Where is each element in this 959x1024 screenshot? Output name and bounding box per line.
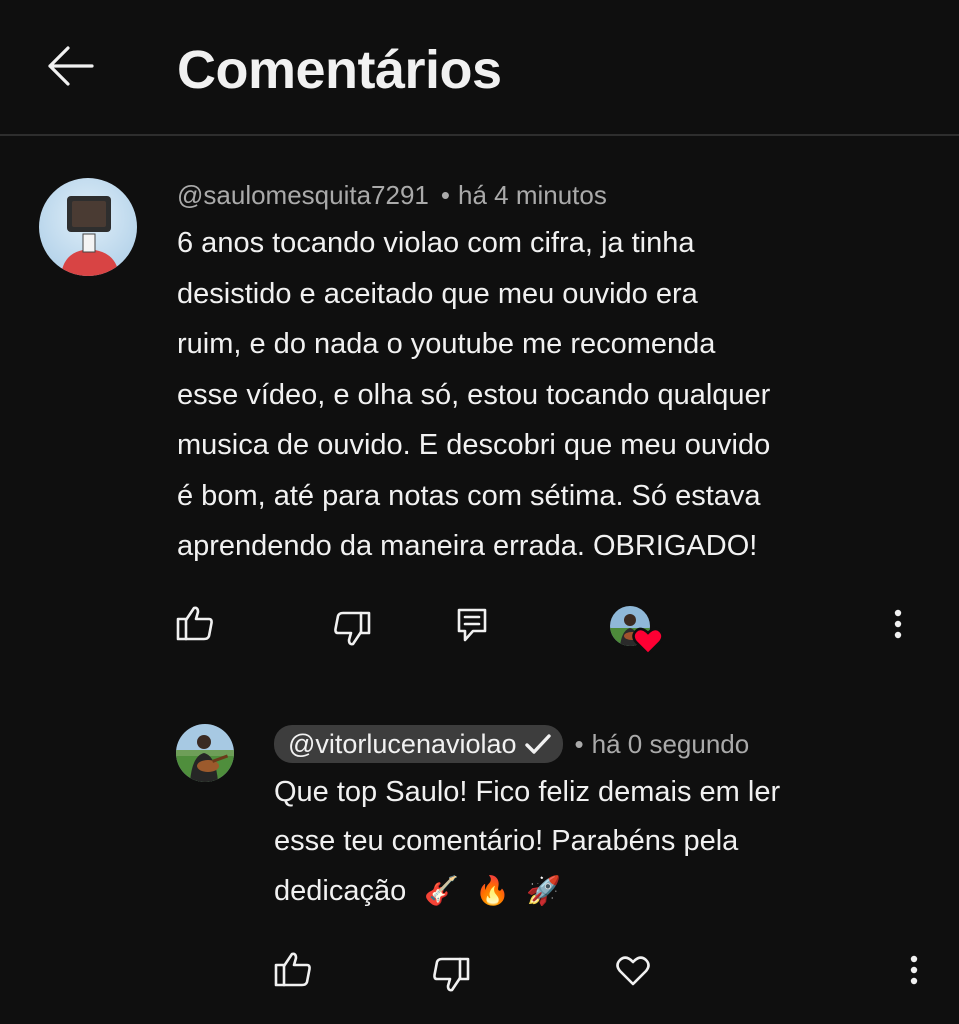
comment-reply-icon [456,607,488,648]
reply-meta: @vitorlucenaviolao • há 0 segundo [274,725,749,763]
dislike-button[interactable] [329,608,375,654]
heart-filled-icon [632,626,664,661]
page-title: Comentários [177,40,502,100]
meta-separator: • [440,180,450,210]
comment-line: esse vídeo, e olha só, estou tocando qua… [177,378,771,411]
reply-author: @vitorlucenaviolao [288,729,517,759]
arrow-left-icon [46,45,94,91]
thumbs-down-icon [333,611,371,652]
comment-line: é bom, até para notas com sétima. Só est… [177,479,761,512]
comment-meta: @saulomesquita7291 • há 4 minutos [177,178,607,212]
comment-timestamp: há 4 minutos [458,180,607,210]
reply-line: Que top Saulo! Fico feliz demais em ler [274,776,781,808]
heart-outline-icon [615,955,651,992]
comment-line: aprendendo da maneira errada. OBRIGADO! [177,530,758,562]
verified-check-icon [524,733,551,755]
reply-timestamp: há 0 segundo [591,729,750,759]
reply-body: Que top Saulo! Fico feliz demais em ler … [274,768,780,915]
creator-name-chip[interactable]: @vitorlucenaviolao [274,725,563,763]
guitar-emoji: 🎸 [424,874,460,907]
thumbs-up-icon [274,951,312,992]
avatar[interactable] [39,178,137,276]
comment-body: 6 anos tocando violao com cifra, ja tinh… [177,218,770,572]
top-app-bar: Comentários [0,0,959,136]
more-vertical-icon [894,609,902,644]
reply-button[interactable] [449,604,495,650]
back-button[interactable] [40,40,100,96]
comment-line: ruim, e do nada o youtube me recomenda [177,328,716,360]
comment-line: musica de ouvido. E descobri que meu ouv… [177,429,771,461]
thumbs-up-icon [176,605,214,646]
rocket-emoji: 🚀 [526,874,562,907]
comment-line: desistido e aceitado que meu ouvido era [177,277,698,310]
meta-separator: • [574,729,584,759]
reply-more-button[interactable] [896,952,932,992]
comment-more-button[interactable] [880,606,916,646]
thumbs-down-icon [432,957,470,998]
comment-line: 6 anos tocando violao com cifra, ja tinh… [177,227,695,259]
comment-author[interactable]: @saulomesquita7291 [177,178,429,212]
creator-heart-badge [608,604,666,658]
heart-button[interactable] [610,950,656,996]
fire-emoji: 🔥 [475,874,511,907]
reply-dislike-button[interactable] [428,954,474,1000]
reply-like-button[interactable] [270,948,316,994]
reply-avatar[interactable] [176,724,234,782]
like-button[interactable] [172,602,218,648]
reply-line: esse teu comentário! Parabéns pela [274,825,739,857]
reply-line-last: dedicação 🎸 🔥 🚀 [274,866,780,915]
reply-line: dedicação [274,875,407,907]
more-vertical-icon [910,955,918,990]
